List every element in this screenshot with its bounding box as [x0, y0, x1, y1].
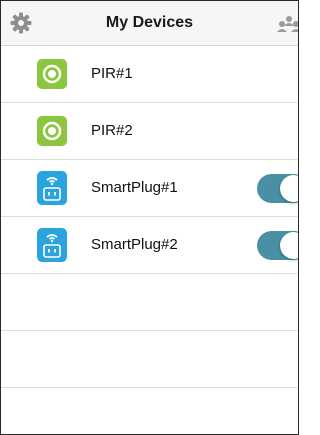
power-toggle[interactable]: [257, 174, 298, 203]
toggle-knob: [280, 232, 298, 259]
page-title: My Devices: [105, 14, 194, 31]
empty-list-row: [1, 274, 298, 331]
device-row-pir1[interactable]: PIR#1: [1, 46, 298, 103]
power-toggle[interactable]: [257, 231, 298, 260]
smart-plug-icon: [37, 171, 67, 205]
pir-sensor-icon: [37, 116, 67, 146]
toggle-knob: [280, 175, 298, 202]
device-row-smartplug2[interactable]: SmartPlug#2: [1, 217, 298, 274]
smart-plug-icon: [37, 228, 67, 262]
empty-list-row: [1, 331, 298, 388]
device-label: PIR#1: [91, 65, 133, 82]
nav-header: My Devices: [1, 1, 298, 46]
device-label: PIR#2: [91, 122, 133, 139]
device-label: SmartPlug#2: [91, 236, 178, 253]
app-frame: My Devices PIR#1 PIR#2 SmartPlug#1 Smart…: [0, 0, 299, 435]
device-label: SmartPlug#1: [91, 179, 178, 196]
device-row-smartplug1[interactable]: SmartPlug#1: [1, 160, 298, 217]
pir-sensor-icon: [37, 59, 67, 89]
device-row-pir2[interactable]: PIR#2: [1, 103, 298, 160]
group-icon[interactable]: [277, 15, 299, 33]
